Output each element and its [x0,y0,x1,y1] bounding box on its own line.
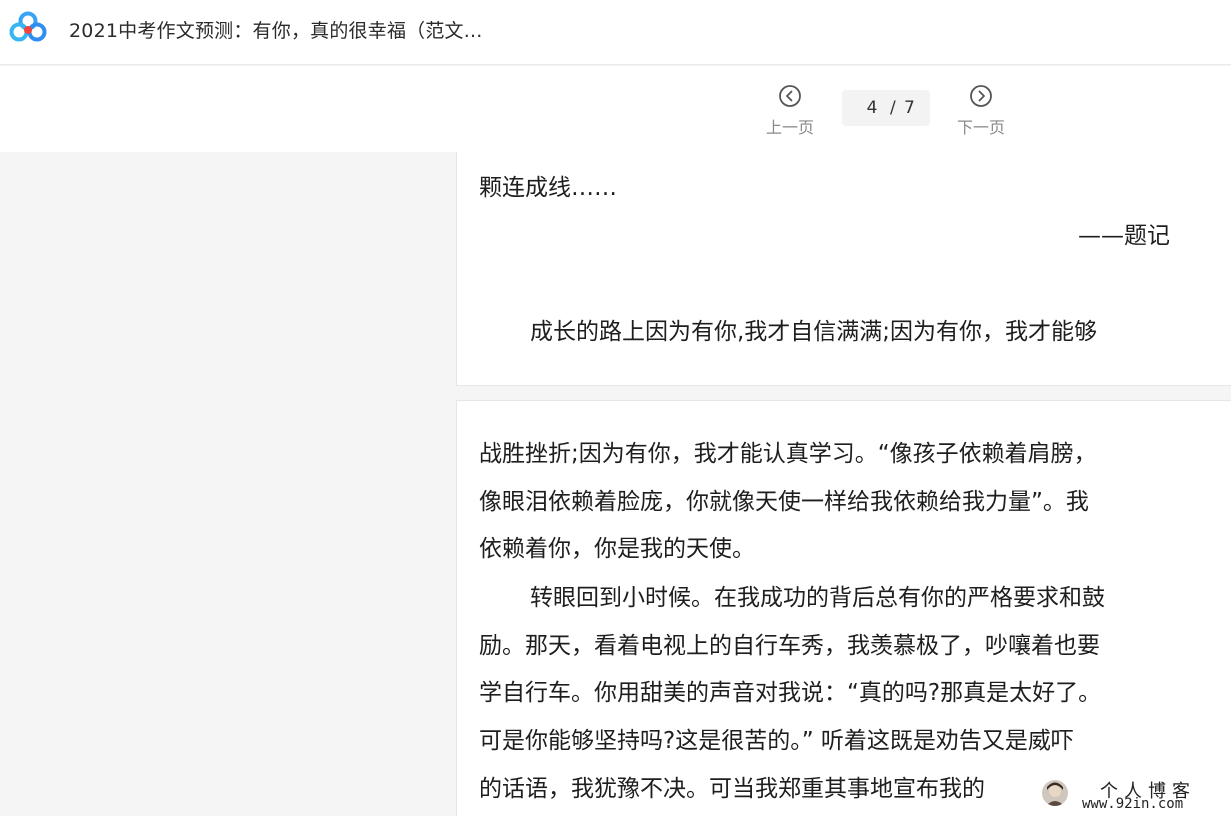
document-page: 颗连成线…… ——题记 成长的路上因为有你,我才自信满满;因为有你，我才能够 [456,152,1231,386]
text-line: ——题记 [1078,223,1170,249]
baidu-wenku-logo-icon[interactable] [9,11,47,43]
top-bar: 2021中考作文预测：有你，真的很幸福（范文... [0,0,1231,65]
next-page-button[interactable]: 下一页 [946,84,1016,138]
chevron-right-circle-icon [970,85,992,107]
page-indicator: 4 / 7 [842,90,930,126]
text-line: 学自行车。你用甜美的声音对我说：“真的吗?那真是太好了。 [479,680,1102,706]
text-line: 励。那天，看着电视上的自行车秀，我羡慕极了，吵嚷着也要 [479,633,1100,659]
next-page-label: 下一页 [956,118,1005,137]
document-page: 战胜挫折;因为有你，我才能认真学习。“像孩子依赖着肩膀， 像眼泪依赖着脸庞，你就… [456,400,1231,816]
previous-page-button[interactable]: 上一页 [755,84,825,138]
avatar [1042,780,1068,806]
previous-page-label: 上一页 [765,118,814,137]
text-line: 转眼回到小时候。在我成功的背后总有你的严格要求和鼓 [530,585,1105,611]
text-line: 战胜挫折;因为有你，我才能认真学习。“像孩子依赖着肩膀， [479,441,1097,467]
total-pages: 7 [904,98,915,118]
page-separator: / [890,98,896,118]
current-page-input[interactable]: 4 [862,98,882,118]
text-line: 成长的路上因为有你,我才自信满满;因为有你，我才能够 [530,319,1098,345]
blog-watermark: 个人博客 www.92in.com [1038,776,1231,816]
text-line: 依赖着你，你是我的天使。 [479,536,755,562]
text-line: 像眼泪依赖着脸庞，你就像天使一样给我依赖给我力量”。我 [479,489,1089,515]
text-line: 颗连成线…… [479,175,617,201]
text-line: 可是你能够坚持吗?这是很苦的。” 听着这既是劝告又是威吓 [479,728,1074,754]
page-navigation-bar: 上一页 4 / 7 下一页 [0,66,1231,152]
chevron-left-circle-icon [779,85,801,107]
document-title: 2021中考作文预测：有你，真的很幸福（范文... [69,20,483,42]
watermark-url: www.92in.com [1082,796,1184,812]
